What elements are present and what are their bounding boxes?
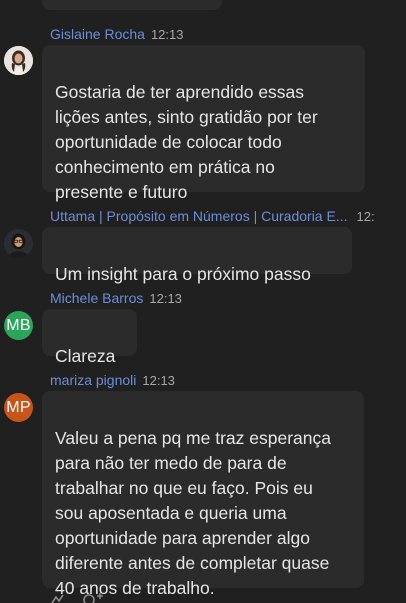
message-bubble[interactable]: Clareza <box>42 309 137 366</box>
avatar[interactable] <box>4 46 33 75</box>
message-bubble[interactable]: Valeu a pena pq me traz esperança para n… <box>42 391 364 598</box>
message-text: Valeu a pena pq me traz esperança para n… <box>55 428 331 598</box>
user-photo-icon <box>4 229 33 258</box>
avatar[interactable]: MB <box>4 311 33 340</box>
sender-name[interactable]: Michele Barros <box>50 290 143 306</box>
message-bubble[interactable]: Um insight para o próximo passo <box>42 227 352 284</box>
user-photo-icon <box>4 46 33 75</box>
avatar[interactable] <box>4 229 33 258</box>
message-timestamp: 12: <box>356 209 375 224</box>
sender-name[interactable]: mariza pignoli <box>50 372 136 388</box>
reaction-bar <box>50 593 104 603</box>
message-timestamp: 12:13 <box>150 27 184 42</box>
message-text: Um insight para o próximo passo <box>55 264 311 284</box>
message-text: Clareza <box>55 346 116 366</box>
message-timestamp: 12:13 <box>149 291 182 306</box>
avatar[interactable]: MP <box>4 393 33 422</box>
sender-name[interactable]: Uttama | Propósito em Números | Curadori… <box>50 208 348 224</box>
message-bubble[interactable]: Gostaria de ter aprendido essas lições a… <box>42 45 365 202</box>
add-emoji-icon[interactable] <box>82 593 104 603</box>
previous-message-bubble <box>42 0 222 10</box>
chat-messages-list: Gislaine Rocha 12:13 Gostaria de ter apre… <box>0 0 406 603</box>
avatar-initials: MB <box>6 316 31 334</box>
message-text: Gostaria de ter aprendido essas lições a… <box>55 82 318 202</box>
sender-name[interactable]: Gislaine Rocha <box>50 26 145 42</box>
message-timestamp: 12:13 <box>142 373 175 388</box>
avatar-initials: MP <box>6 398 31 416</box>
add-reaction-icon[interactable] <box>50 593 68 603</box>
